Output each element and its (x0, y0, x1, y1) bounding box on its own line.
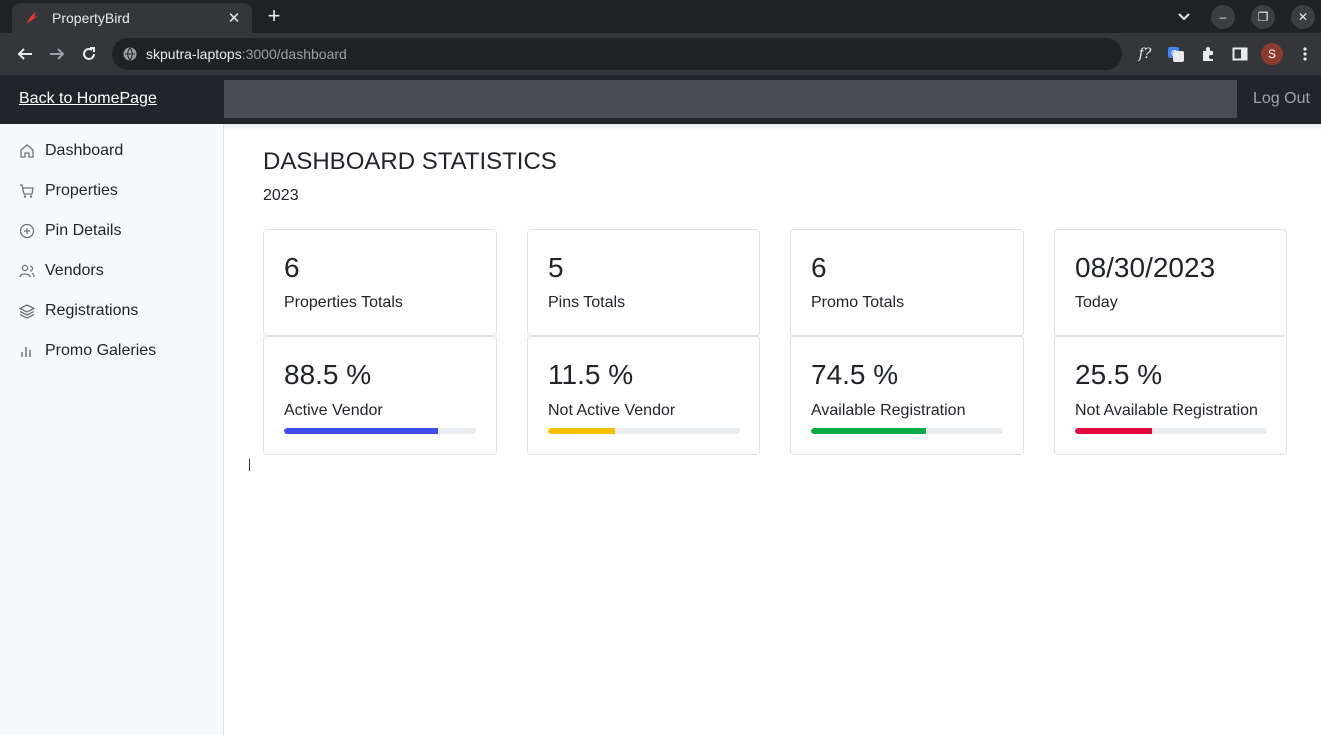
progress-card-not-active-vendor: 11.5 % Not Active Vendor (527, 336, 760, 455)
home-icon (20, 144, 34, 158)
sidebar-item-label: Pin Details (45, 222, 122, 239)
url-path: :3000/dashboard (241, 46, 347, 62)
stat-card-promo: 6 Promo Totals (790, 229, 1024, 336)
layers-icon (19, 304, 35, 319)
back-arrow-icon[interactable] (14, 43, 36, 65)
progress-bar-fill (548, 428, 616, 434)
reload-icon[interactable] (78, 43, 100, 65)
sidebar-item-label: Dashboard (45, 142, 124, 159)
sidebar-item-vendors[interactable]: Vendors (19, 259, 104, 283)
back-to-homepage-link[interactable]: Back to HomePage (19, 90, 157, 108)
minimize-icon[interactable]: – (1211, 5, 1235, 29)
svg-text:G: G (1171, 49, 1177, 58)
progress-value: 88.5 % (284, 359, 372, 390)
sidebar-item-label: Vendors (45, 262, 104, 279)
sidebar-item-promo-galeries[interactable]: Promo Galeries (19, 339, 156, 363)
progress-bar (811, 428, 1003, 434)
stat-value: 08/30/2023 (1075, 252, 1216, 283)
progress-label: Not Active Vendor (548, 402, 676, 419)
translate-extension-icon[interactable]: G (1165, 43, 1187, 65)
restore-icon[interactable]: ❐ (1251, 5, 1275, 29)
stat-value: 6 (811, 252, 827, 283)
progress-label: Available Registration (811, 402, 966, 419)
browser-tabstrip: PropertyBird ✕ + – ❐ ✕ (0, 0, 1321, 33)
new-tab-icon[interactable]: + (263, 5, 285, 27)
stat-label: Promo Totals (811, 294, 905, 311)
header-shadow (224, 124, 1321, 132)
sidebar-item-registrations[interactable]: Registrations (19, 299, 138, 323)
progress-label: Active Vendor (284, 402, 383, 419)
globe-icon (123, 47, 137, 61)
logout-button[interactable]: Log Out (1253, 90, 1310, 108)
address-bar[interactable]: skputra-laptops:3000/dashboard (112, 38, 1122, 70)
sidebar-item-properties[interactable]: Properties (19, 179, 118, 203)
progress-card-available-registration: 74.5 % Available Registration (790, 336, 1024, 455)
progress-label: Not Available Registration (1075, 402, 1258, 419)
browser-tab[interactable]: PropertyBird ✕ (12, 3, 252, 33)
browser-toolbar: skputra-laptops:3000/dashboard f? G S (0, 33, 1321, 75)
page-title: DASHBOARD STATISTICS (263, 148, 557, 175)
progress-card-not-available-registration: 25.5 % Not Available Registration (1054, 336, 1287, 455)
progress-card-active-vendor: 88.5 % Active Vendor (263, 336, 497, 455)
side-panel-icon[interactable] (1229, 43, 1251, 65)
close-window-icon[interactable]: ✕ (1291, 5, 1315, 29)
progress-bar (548, 428, 740, 434)
bird-favicon-icon (24, 10, 40, 26)
stat-card-today: 08/30/2023 Today (1054, 229, 1287, 336)
forward-arrow-icon[interactable] (46, 43, 68, 65)
puzzle-extensions-icon[interactable] (1197, 43, 1219, 65)
stat-card-pins: 5 Pins Totals (527, 229, 760, 336)
stat-label: Properties Totals (284, 294, 403, 311)
bar-chart-icon (21, 347, 31, 357)
plus-circle-icon (19, 223, 35, 239)
stat-label: Pins Totals (548, 294, 626, 311)
formula-extension-icon[interactable]: f? (1134, 43, 1156, 65)
sidebar-item-pin-details[interactable]: Pin Details (19, 219, 121, 243)
text-cursor (249, 459, 250, 471)
cart-icon (20, 184, 34, 198)
progress-value: 11.5 % (548, 359, 634, 390)
stat-value: 6 (284, 252, 300, 283)
progress-value: 25.5 % (1075, 359, 1163, 390)
stat-card-properties: 6 Properties Totals (263, 229, 497, 336)
url-host: skputra-laptops (146, 46, 242, 62)
tab-title: PropertyBird (52, 10, 130, 26)
stat-value: 5 (548, 252, 564, 283)
profile-avatar[interactable]: S (1261, 43, 1283, 65)
progress-bar (284, 428, 476, 434)
progress-bar (1075, 428, 1267, 434)
progress-value: 74.5 % (811, 359, 899, 390)
people-icon (19, 264, 35, 278)
stat-label: Today (1075, 294, 1118, 311)
sidebar-item-dashboard[interactable]: Dashboard (19, 139, 123, 163)
progress-bar-fill (811, 428, 927, 434)
close-tab-icon[interactable]: ✕ (224, 9, 244, 27)
page-year: 2023 (263, 187, 299, 204)
more-menu-icon[interactable] (1294, 43, 1316, 65)
progress-bar-fill (284, 428, 438, 434)
chevron-down-icon[interactable] (1174, 6, 1194, 26)
sidebar: Dashboard Properties Pin Details Vendors… (0, 124, 224, 735)
sidebar-item-label: Properties (45, 182, 118, 199)
sidebar-item-label: Registrations (45, 302, 139, 319)
sidebar-item-label: Promo Galeries (45, 342, 157, 359)
header-search-input[interactable] (224, 80, 1237, 118)
progress-bar-fill (1075, 428, 1152, 434)
